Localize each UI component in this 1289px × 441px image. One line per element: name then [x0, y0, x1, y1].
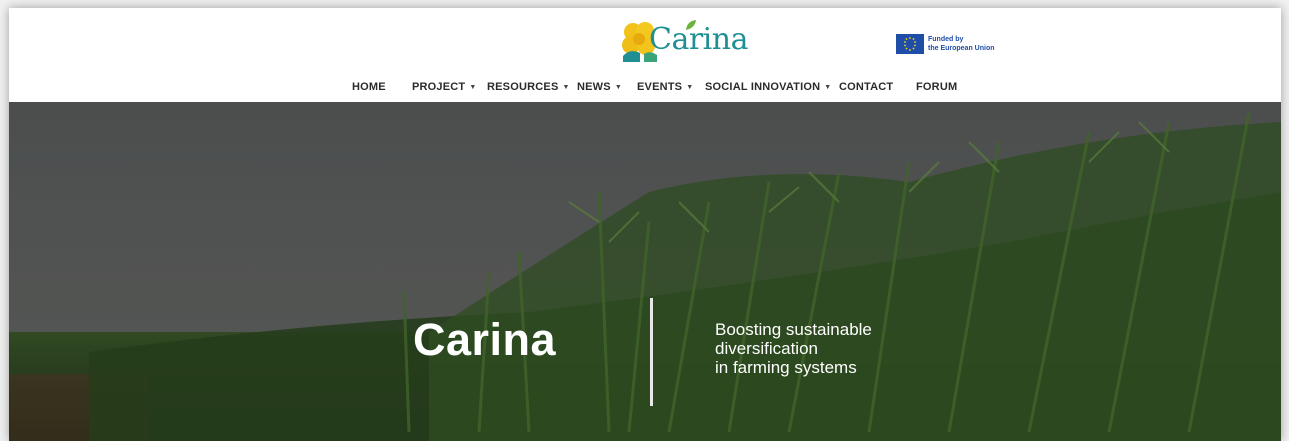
- nav-item-label: NEWS: [577, 81, 611, 93]
- nav-item-contact[interactable]: CONTACT: [839, 78, 893, 96]
- hero-tagline: Boosting sustainable diversification in …: [715, 320, 872, 377]
- nav-item-label: PROJECT: [412, 81, 466, 93]
- nav-item-project[interactable]: PROJECT ▼: [412, 78, 477, 97]
- nav-item-label: HOME: [352, 81, 386, 93]
- nav-item-label: SOCIAL INNOVATION: [705, 81, 821, 93]
- carina-logo[interactable]: Carina: [620, 18, 748, 64]
- eu-funding-text: Funded by the European Union: [928, 35, 995, 53]
- hero-tagline-line: diversification: [715, 339, 818, 358]
- nav-item-home[interactable]: HOME: [352, 78, 386, 96]
- hero-title: Carina: [413, 314, 557, 365]
- nav-item-news[interactable]: NEWS ▼: [577, 78, 622, 97]
- logo-wordmark: Carina: [649, 22, 748, 57]
- site-header: Carina Funded by the European Union HOME…: [9, 8, 1281, 102]
- caret-down-icon: ▼: [824, 84, 832, 91]
- hero-divider: [650, 298, 653, 406]
- nav-item-events[interactable]: EVENTS ▼: [637, 78, 693, 97]
- browser-viewport: Carina Funded by the European Union HOME…: [9, 8, 1281, 441]
- caret-down-icon: ▼: [686, 84, 694, 91]
- caret-down-icon: ▼: [562, 84, 570, 91]
- main-navigation: HOME PROJECT ▼ RESOURCES ▼ NEWS ▼ EVENTS ▼ S…: [9, 78, 1281, 98]
- hero-tagline-line: in farming systems: [715, 358, 857, 377]
- eu-funding-badge: Funded by the European Union: [896, 34, 1006, 56]
- eu-funding-line1: Funded by: [928, 36, 964, 43]
- leaf-icon: [686, 20, 696, 30]
- nav-item-label: RESOURCES: [487, 81, 559, 93]
- eu-flag-icon: [896, 34, 924, 54]
- nav-item-social-innovation[interactable]: SOCIAL INNOVATION ▼: [705, 78, 831, 97]
- hero-dark-overlay: [9, 102, 1281, 441]
- nav-item-label: CONTACT: [839, 81, 894, 93]
- nav-item-resources[interactable]: RESOURCES ▼: [487, 78, 570, 97]
- nav-item-forum[interactable]: FORUM: [916, 78, 957, 96]
- hero-banner: Carina Boosting sustainable diversificat…: [9, 102, 1281, 441]
- nav-item-label: EVENTS: [637, 81, 683, 93]
- caret-down-icon: ▼: [469, 84, 477, 91]
- hero-tagline-line: Boosting sustainable: [715, 320, 872, 339]
- eu-funding-line2: the European Union: [928, 45, 995, 52]
- caret-down-icon: ▼: [614, 84, 622, 91]
- nav-item-label: FORUM: [916, 81, 958, 93]
